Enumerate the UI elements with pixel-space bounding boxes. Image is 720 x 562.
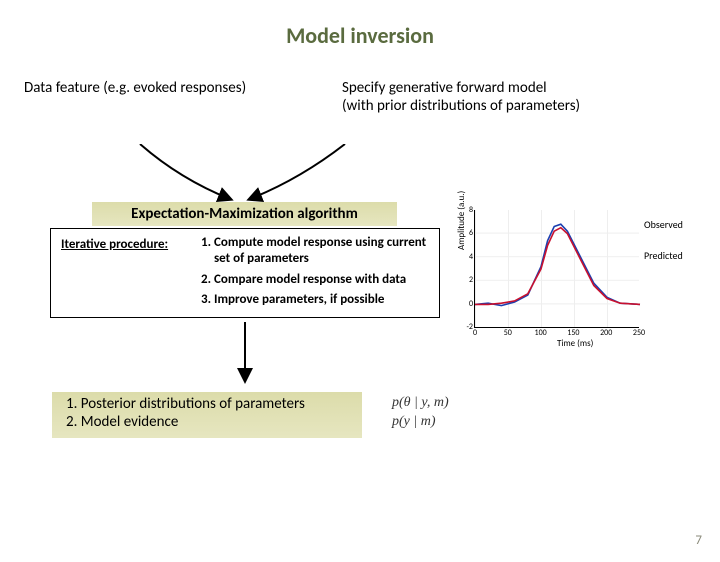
xtick: 100	[535, 327, 547, 338]
chart-xlabel: Time (ms)	[557, 338, 593, 349]
xtick: 200	[600, 327, 612, 338]
data-feature-label: Data feature (e.g. evoked responses)	[24, 79, 324, 115]
procedure-heading: Iterative procedure:	[51, 229, 196, 317]
forward-model-line1: Specify generative forward model	[342, 79, 702, 97]
converging-arrows-icon	[120, 144, 360, 204]
xtick: 250	[633, 327, 645, 338]
legend-predicted: Predicted	[644, 249, 683, 262]
procedure-steps: Compute model response using current set…	[196, 229, 439, 317]
formula-posterior: p(θ | y, m)	[392, 394, 449, 413]
procedure-step: Compare model response with data	[214, 272, 429, 288]
down-arrow-icon	[230, 322, 260, 388]
procedure-step: Compute model response using current set…	[214, 235, 429, 268]
chart-axes: 8 6 4 2 0 -2 0 50 100 150 200 250	[474, 210, 639, 328]
outputs-banner: Posterior distributions of parameters Mo…	[52, 392, 362, 438]
forward-model-label: Specify generative forward model (with p…	[342, 79, 702, 115]
xtick: 0	[473, 327, 477, 338]
chart-plot-area	[475, 210, 640, 328]
chart-ylabel: Amplitude (a.u.)	[456, 191, 467, 250]
formulas: p(θ | y, m) p(y | m)	[392, 394, 449, 432]
legend-observed: Observed	[644, 218, 683, 231]
formula-evidence: p(y | m)	[392, 413, 449, 432]
xtick: 150	[567, 327, 579, 338]
chart-legend: Observed Predicted	[644, 218, 683, 280]
em-algorithm-banner: Expectation-Maximization algorithm	[92, 202, 397, 226]
output-item: Posterior distributions of parameters	[66, 395, 352, 413]
xtick: 50	[504, 327, 512, 338]
procedure-step: Improve parameters, if possible	[214, 292, 429, 308]
iterative-procedure-box: Iterative procedure: Compute model respo…	[50, 228, 440, 318]
page-number: 7	[695, 533, 702, 548]
forward-model-line2: (with prior distributions of parameters)	[342, 97, 702, 115]
inputs-row: Data feature (e.g. evoked responses) Spe…	[0, 79, 720, 115]
slide-title: Model inversion	[0, 22, 720, 49]
output-item: Model evidence	[66, 413, 352, 431]
fit-chart: Amplitude (a.u.) 8 6 4 2 0 -2 0 50 100 1…	[462, 210, 712, 360]
